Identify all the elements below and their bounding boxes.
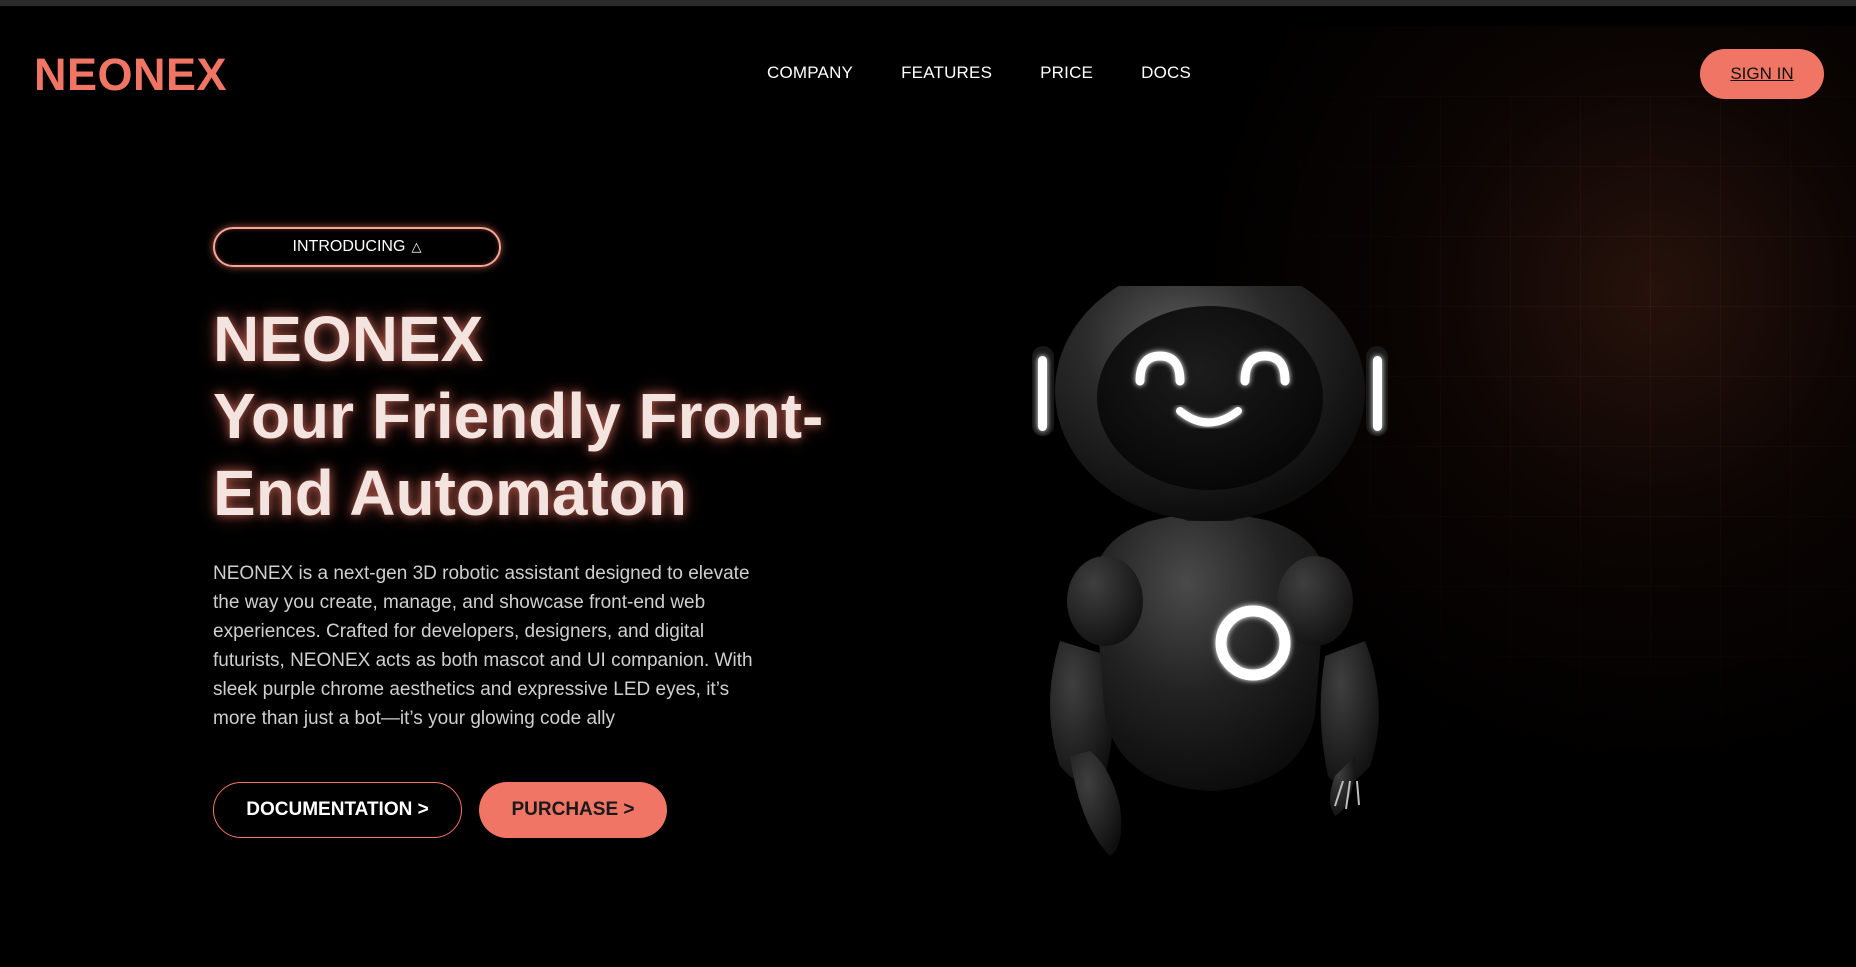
robot-mascot-image [1032,286,1388,856]
badge-label: INTRODUCING [292,238,406,255]
documentation-button[interactable]: DOCUMENTATION > [213,782,462,838]
delta-icon: △ [411,239,422,254]
main-nav: COMPANY FEATURES PRICE DOCS [767,63,1239,83]
hero-title-tagline: Your Friendly Front-End Automaton [213,380,824,529]
purchase-button[interactable]: PURCHASE > [479,782,667,838]
site-logo[interactable]: NEONEX [34,49,227,101]
hero-description: NEONEX is a next-gen 3D robotic assistan… [213,563,753,729]
hero-title-brand: NEONEX [213,303,484,375]
nav-price[interactable]: PRICE [1040,63,1093,83]
nav-docs[interactable]: DOCS [1141,63,1191,83]
nav-features[interactable]: FEATURES [901,63,992,83]
hero-title: NEONEX Your Friendly Front-End Automaton [213,301,933,532]
landing-page: NEONEX COMPANY FEATURES PRICE DOCS SIGN … [0,6,1856,967]
introducing-badge[interactable]: INTRODUCING △ [213,227,501,267]
nav-company[interactable]: COMPANY [767,63,853,83]
sign-in-button[interactable]: SIGN IN [1700,49,1824,99]
